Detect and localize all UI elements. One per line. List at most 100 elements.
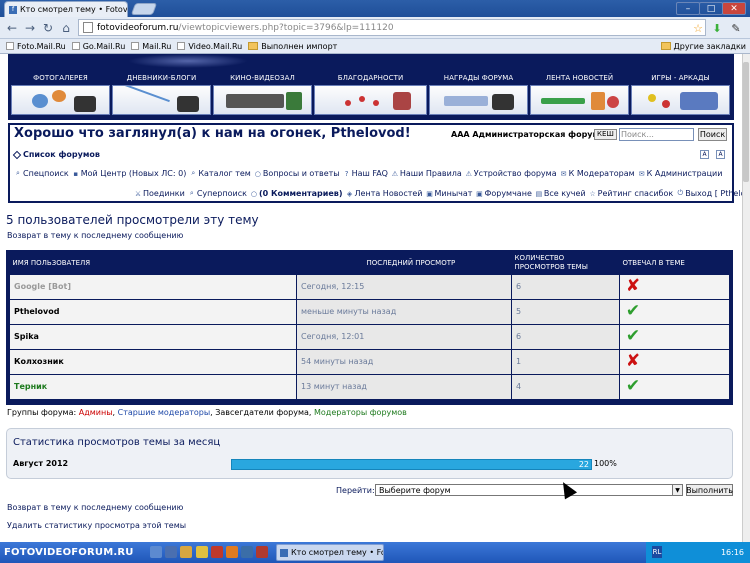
bookmark-item[interactable]: Video.Mail.Ru <box>177 42 242 51</box>
faq-icon: ? <box>344 169 349 178</box>
back-to-topic-link-bottom[interactable]: Возврат в тему к последнему сообщению <box>7 503 183 512</box>
bookmark-icon <box>6 42 14 50</box>
link-faq[interactable]: ? Наш FAQ <box>343 169 388 178</box>
link-news-feed[interactable]: ◈ Лента Новостей <box>346 189 423 198</box>
group-link[interactable]: Модераторы форумов <box>314 408 407 417</box>
link-qa[interactable]: ○ Вопросы и ответы <box>254 169 340 178</box>
nav-cinema[interactable]: КИНО-ВИДЕОЗАЛ <box>213 73 312 117</box>
checkmark-icon: ✔ <box>625 326 641 346</box>
language-indicator[interactable]: RL <box>652 546 662 558</box>
other-bookmarks[interactable]: Другие закладки <box>660 42 746 51</box>
forum-groups: Группы форума: Админы, Старшие модератор… <box>7 408 407 417</box>
stats-title: Статистика просмотров темы за месяц <box>13 437 221 448</box>
username-cell[interactable]: Терник <box>9 373 297 400</box>
forum-select[interactable]: Выберите форум ▼ <box>375 484 683 496</box>
link-logout[interactable]: ⏻Выход [ Pthelovod ] <box>676 189 742 198</box>
home-icon <box>12 150 22 159</box>
app-icon[interactable] <box>256 546 268 558</box>
star-icon: ☆ <box>589 189 596 198</box>
home-icon[interactable]: ⌂ <box>58 20 74 36</box>
col-username[interactable]: ИМЯ ПОЛЬЗОВАТЕЛЯ <box>10 252 297 274</box>
explorer-icon[interactable] <box>165 546 177 558</box>
search-icon: ⌕ <box>189 189 194 197</box>
username-cell[interactable]: Google [Bot] <box>9 273 297 300</box>
bookmark-item[interactable]: Mail.Ru <box>131 42 171 51</box>
link-all-together[interactable]: ▤ Все кучей <box>535 189 586 198</box>
bookmark-item[interactable]: Go.Mail.Ru <box>71 42 125 51</box>
window-titlebar: f Кто смотрел тему • Fotovide ✕ – □ ✕ <box>0 0 750 17</box>
nav-news[interactable]: ЛЕНТА НОВОСТЕЙ <box>530 73 629 117</box>
address-bar[interactable]: fotovideoforum.ru /viewtopicviewers.php?… <box>78 19 706 36</box>
browser-tab[interactable]: f Кто смотрел тему • Fotovide ✕ <box>4 1 128 17</box>
username-cell[interactable]: Pthelovod <box>9 298 297 325</box>
link-topic-catalog[interactable]: ⌕ Каталог тем <box>189 169 250 178</box>
new-tab-button[interactable] <box>130 3 158 15</box>
admin-forum-link[interactable]: AAA Администраторская форума <box>451 130 604 139</box>
reload-icon[interactable]: ↻ <box>40 20 56 36</box>
folder-icon[interactable] <box>180 546 192 558</box>
link-comments[interactable]: ○ (0 Комментариев) <box>250 189 343 198</box>
start-button[interactable]: FOTOVIDEOFORUM.RU <box>0 542 144 563</box>
forum-list-link[interactable]: Список форумов <box>12 150 100 159</box>
app-icon[interactable] <box>241 546 253 558</box>
nav-blogs[interactable]: ДНЕВНИКИ-БЛОГИ <box>112 73 211 117</box>
links-row-2: ⚔ Поединки ⌕ Суперпоиск ○ (0 Комментариев) … <box>134 189 742 198</box>
search-button[interactable]: Поиск <box>698 128 727 141</box>
chat-icon: ▣ <box>426 189 433 198</box>
username-cell[interactable]: Spika <box>9 323 297 350</box>
close-window-button[interactable]: ✕ <box>722 2 746 15</box>
nav-photogallery[interactable]: ФОТОГАЛЕРЕЯ <box>11 73 110 117</box>
link-moderators[interactable]: ✉ К Модераторам <box>560 169 635 178</box>
duel-icon: ⚔ <box>134 189 142 198</box>
maximize-button[interactable]: □ <box>699 2 723 15</box>
wrench-icon[interactable]: ✎ <box>729 21 743 35</box>
view-count-cell: 4 <box>511 373 620 400</box>
link-members[interactable]: ▣ Форумчане <box>475 189 532 198</box>
page-title: 5 пользователей просмотрели эту тему <box>6 213 259 227</box>
forum-header: Хорошо что заглянул(а) к нам на огонек, … <box>8 123 742 203</box>
chevron-down-icon: ▼ <box>672 485 682 495</box>
back-to-topic-link[interactable]: Возврат в тему к последнему сообщению <box>7 231 183 240</box>
nav-thanks[interactable]: БЛАГОДАРНОСТИ <box>314 73 427 117</box>
bookmark-folder[interactable]: Выполнен импорт <box>248 42 337 51</box>
scrollbar-thumb[interactable] <box>743 62 749 182</box>
download-icon[interactable]: ⬇ <box>710 21 724 35</box>
font-size-icon[interactable]: A <box>716 150 725 159</box>
cache-button[interactable]: КЕШ <box>594 129 617 140</box>
go-button[interactable]: Выполнить <box>686 484 733 496</box>
bookmark-item[interactable]: Foto.Mail.Ru <box>6 42 66 51</box>
taskbar-window-item[interactable]: Кто смотрел тему • Fot... <box>276 544 384 561</box>
col-replied[interactable]: ОТВЕЧАЛ В ТЕМЕ <box>620 252 730 274</box>
back-icon[interactable]: ← <box>4 20 20 36</box>
delete-stats-link[interactable]: Удалить статистику просмотра этой темы <box>7 521 186 530</box>
opera-icon[interactable] <box>211 546 223 558</box>
link-supersearch[interactable]: ⌕ Суперпоиск <box>188 189 247 198</box>
col-view-count[interactable]: КОЛИЧЕСТВО ПРОСМОТРОВ ТЕМЫ <box>512 252 620 274</box>
group-link[interactable]: Старшие модераторы <box>118 408 211 417</box>
search-input[interactable]: Поиск... <box>619 128 694 141</box>
welcome-message: Хорошо что заглянул(а) к нам на огонек, … <box>14 126 411 141</box>
star-icon[interactable]: ☆ <box>691 21 705 35</box>
group-link[interactable]: Завсегдатели форума <box>215 408 309 417</box>
link-special-search[interactable]: ⌕ Спецпоиск <box>14 169 69 178</box>
link-administration[interactable]: ✉ К Администрации <box>638 169 723 178</box>
desktop-icon[interactable] <box>150 546 162 558</box>
list-icon: ▤ <box>535 189 543 198</box>
link-minichat[interactable]: ▣ Минычат <box>426 189 472 198</box>
link-rules[interactable]: ⚠ Наши Правила <box>391 169 462 178</box>
minimize-button[interactable]: – <box>676 2 700 15</box>
firefox-icon[interactable] <box>226 546 238 558</box>
forward-icon[interactable]: → <box>22 20 38 36</box>
link-thanks-rating[interactable]: ☆ Рейтинг спасибок <box>589 189 674 198</box>
group-link[interactable]: Админы <box>79 408 113 417</box>
font-size-icon[interactable]: A <box>700 150 709 159</box>
link-duels[interactable]: ⚔ Поединки <box>134 189 185 198</box>
link-my-center[interactable]: ▪ Мой Центр (Новых ЛС: 0) <box>72 169 186 178</box>
nav-games[interactable]: ИГРЫ - АРКАДЫ <box>631 73 730 117</box>
clock[interactable]: 16:16 <box>721 548 744 557</box>
nav-awards[interactable]: НАГРАДЫ ФОРУМА <box>429 73 528 117</box>
col-last-view[interactable]: ПОСЛЕДНИЙ ПРОСМОТР <box>297 252 512 274</box>
username-cell[interactable]: Колхозник <box>9 348 297 375</box>
link-forum-structure[interactable]: ⚠ Устройство форума <box>465 169 557 178</box>
chrome-icon[interactable] <box>196 546 208 558</box>
